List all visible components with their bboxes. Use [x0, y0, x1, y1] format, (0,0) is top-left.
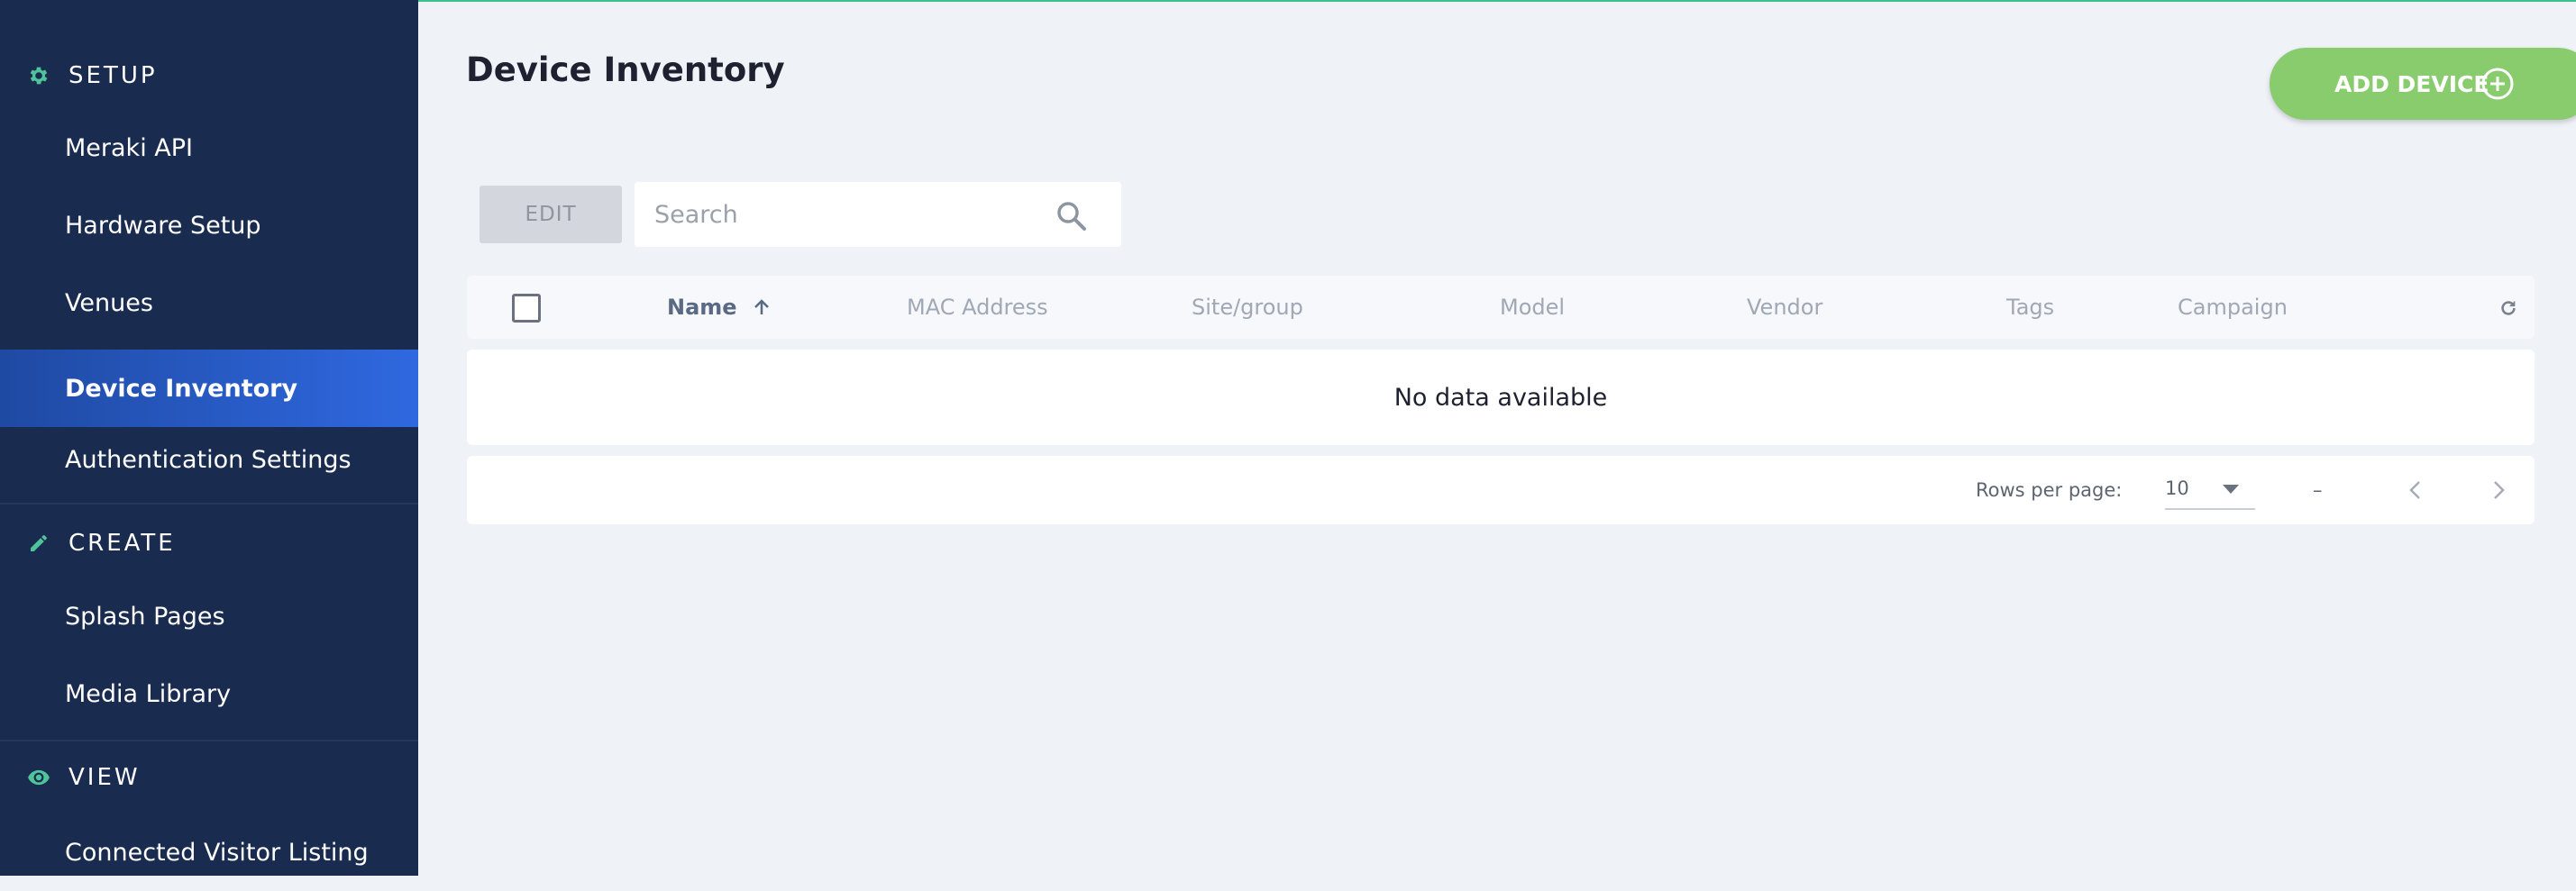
chevron-left-icon[interactable]	[2401, 476, 2430, 505]
section-label-create: CREATE	[69, 530, 176, 557]
arrow-up-icon	[754, 299, 769, 314]
sidebar-item-meraki-api[interactable]: Meraki API	[0, 109, 418, 186]
section-header-setup: SETUP	[0, 49, 418, 103]
sidebar-item-connected-visitor-listing[interactable]: Connected Visitor Listing	[0, 814, 418, 891]
sidebar-item-hardware-setup[interactable]: Hardware Setup	[0, 186, 418, 264]
add-device-label: ADD DEVICE	[2334, 70, 2489, 97]
search-icon[interactable]	[1054, 198, 1090, 234]
plus-circle-icon	[2481, 68, 2514, 100]
gear-icon	[25, 62, 52, 89]
edit-button[interactable]: EDIT	[480, 186, 622, 243]
pencil-icon	[25, 530, 52, 557]
section-header-create: CREATE	[0, 516, 418, 570]
add-device-button[interactable]: ADD DEVICE	[2270, 48, 2576, 120]
page-title: Device Inventory	[466, 50, 785, 89]
column-header-mac-address[interactable]: MAC Address	[907, 276, 1048, 339]
sidebar-item-device-inventory[interactable]: Device Inventory	[0, 350, 418, 427]
section-label-view: VIEW	[69, 764, 141, 791]
table-header: Name MAC Address Site/group Model Vendor…	[467, 276, 2535, 339]
search-input[interactable]	[653, 182, 1031, 247]
sidebar-item-venues[interactable]: Venues	[0, 264, 418, 341]
column-label-name: Name	[667, 295, 737, 320]
column-header-name[interactable]: Name	[667, 276, 772, 339]
rows-per-page-label: Rows per page:	[1976, 479, 2123, 501]
section-header-view: VIEW	[0, 750, 418, 805]
section-label-setup: SETUP	[69, 62, 158, 89]
column-header-vendor[interactable]: Vendor	[1747, 276, 1822, 339]
chevron-right-icon[interactable]	[2484, 476, 2513, 505]
column-header-campaign[interactable]: Campaign	[2178, 276, 2288, 339]
caret-down-icon	[2223, 485, 2239, 494]
select-all-checkbox[interactable]	[512, 294, 541, 323]
sidebar-divider	[0, 740, 418, 741]
sidebar-item-authentication-settings[interactable]: Authentication Settings	[0, 421, 418, 498]
pagination-bar: Rows per page: 10 –	[467, 456, 2535, 524]
column-header-model[interactable]: Model	[1500, 276, 1565, 339]
page-range-text: –	[2313, 479, 2323, 501]
empty-state-text: No data available	[467, 350, 2535, 445]
sidebar-item-splash-pages[interactable]: Splash Pages	[0, 577, 418, 655]
sidebar: SETUP Meraki API Hardware Setup Venues D…	[0, 0, 418, 876]
sidebar-divider	[0, 503, 418, 505]
search-field	[635, 182, 1121, 247]
sidebar-item-media-library[interactable]: Media Library	[0, 655, 418, 732]
column-header-site-group[interactable]: Site/group	[1192, 276, 1303, 339]
refresh-icon[interactable]	[2498, 298, 2518, 318]
eye-icon	[25, 764, 52, 791]
rows-per-page-value: 10	[2165, 477, 2189, 499]
rows-per-page-select[interactable]: 10	[2165, 470, 2255, 510]
column-header-tags[interactable]: Tags	[2006, 276, 2054, 339]
